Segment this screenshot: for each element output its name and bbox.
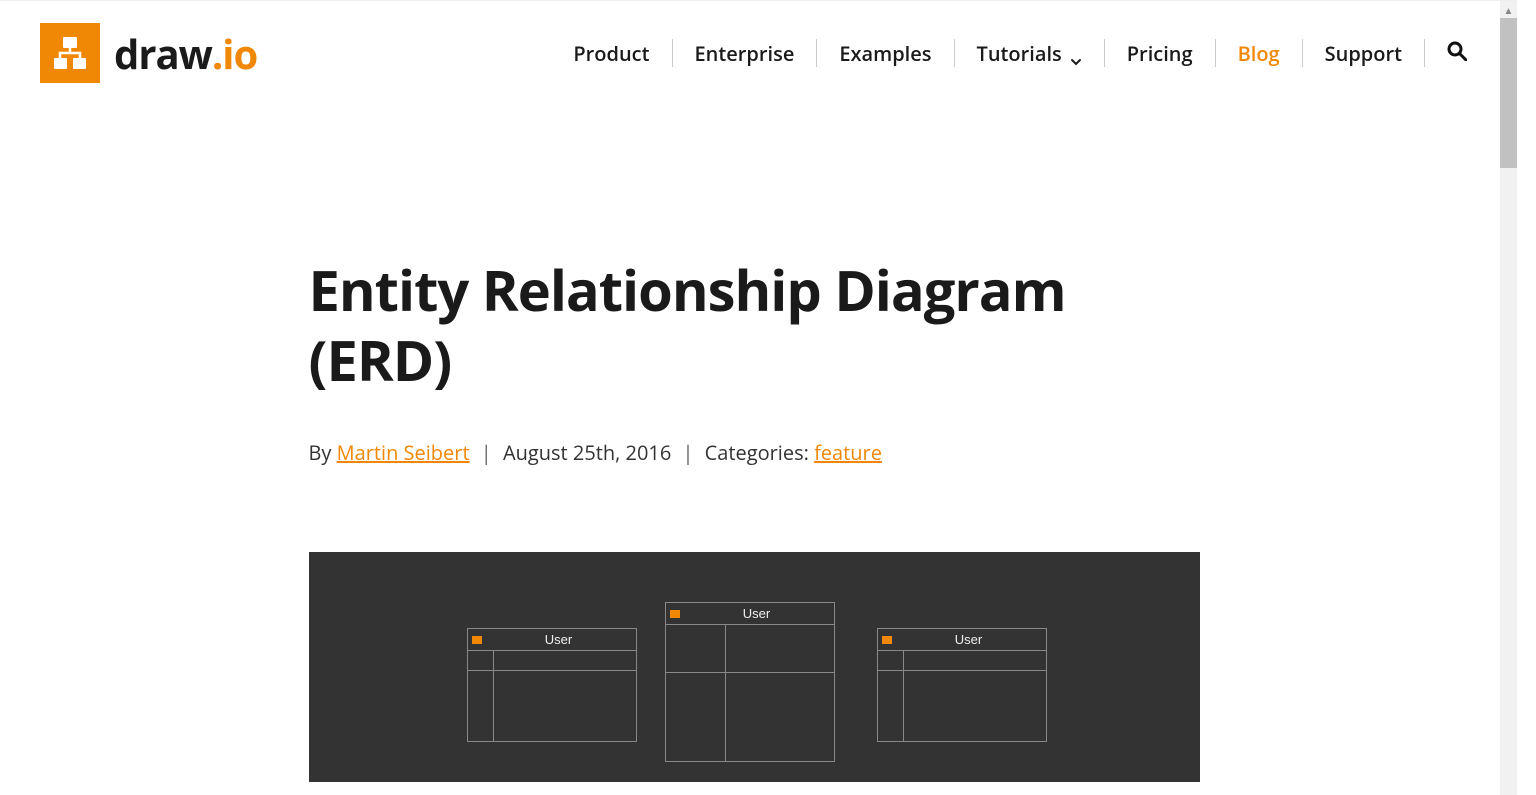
erd-cell — [666, 625, 726, 672]
search-icon — [1447, 41, 1467, 61]
hero-diagram: User User User — [309, 552, 1200, 782]
author-link[interactable]: Martin Seibert — [337, 439, 470, 466]
page-title: Entity Relationship Diagram (ERD) — [309, 255, 1209, 395]
meta-separator: | — [676, 439, 699, 466]
brand-name: draw — [114, 26, 212, 81]
category-link[interactable]: feature — [814, 439, 882, 466]
erd-table-title: User — [482, 632, 636, 647]
erd-table-header: User — [468, 629, 636, 651]
erd-tag-icon — [882, 636, 892, 644]
erd-cell — [494, 651, 636, 670]
erd-cell — [468, 651, 494, 670]
nav-item-examples[interactable]: Examples — [817, 36, 953, 71]
erd-table: User — [467, 628, 637, 742]
erd-row — [468, 651, 636, 671]
article-meta: By Martin Seibert | August 25th, 2016 | … — [309, 439, 1209, 466]
erd-cell — [878, 671, 904, 741]
nav-item-pricing[interactable]: Pricing — [1105, 36, 1215, 71]
erd-tag-icon — [670, 610, 680, 618]
erd-cell — [666, 673, 726, 761]
nav-item-label: Enterprise — [695, 40, 795, 67]
erd-cell — [468, 671, 494, 741]
erd-row — [468, 671, 636, 741]
site-header: draw.io Product Enterprise Examples Tutoria… — [0, 1, 1517, 105]
brand-suffix: .io — [212, 26, 257, 81]
nav-item-product[interactable]: Product — [551, 36, 671, 71]
search-button[interactable] — [1425, 37, 1477, 70]
nav-item-support[interactable]: Support — [1303, 36, 1424, 71]
meta-separator: | — [475, 439, 498, 466]
nav-item-label: Tutorials — [977, 40, 1062, 67]
nav-item-tutorials[interactable]: Tutorials — [955, 36, 1104, 71]
erd-tag-icon — [472, 636, 482, 644]
erd-cell — [726, 673, 834, 761]
byline-prefix: By — [309, 439, 337, 466]
vertical-scrollbar[interactable]: ▲ — [1500, 1, 1517, 795]
erd-row — [878, 651, 1046, 671]
nav-item-label: Pricing — [1127, 40, 1193, 67]
logo-text: draw.io — [114, 26, 257, 81]
nav-item-label: Examples — [839, 40, 931, 67]
erd-cell — [878, 651, 904, 670]
nav-item-blog[interactable]: Blog — [1216, 36, 1302, 71]
erd-row — [666, 673, 834, 761]
erd-table-header: User — [878, 629, 1046, 651]
erd-table: User — [665, 602, 835, 762]
erd-table-title: User — [892, 632, 1046, 647]
erd-cell — [726, 625, 834, 672]
site-logo[interactable]: draw.io — [40, 23, 257, 83]
erd-cell — [904, 671, 1046, 741]
scrollbar-thumb[interactable] — [1500, 18, 1517, 168]
categories-label: Categories: — [705, 439, 814, 466]
nav-item-label: Product — [573, 40, 649, 67]
erd-table-header: User — [666, 603, 834, 625]
erd-row — [666, 625, 834, 673]
logo-icon — [40, 23, 100, 83]
erd-table-title: User — [680, 606, 834, 621]
scroll-up-arrow[interactable]: ▲ — [1500, 1, 1517, 18]
erd-table: User — [877, 628, 1047, 742]
publish-date: August 25th, 2016 — [503, 439, 671, 466]
erd-cell — [904, 651, 1046, 670]
erd-row — [878, 671, 1046, 741]
article-body: Entity Relationship Diagram (ERD) By Mar… — [309, 105, 1209, 782]
nav-item-enterprise[interactable]: Enterprise — [673, 36, 817, 71]
chevron-down-icon — [1070, 47, 1082, 59]
nav-item-label: Support — [1325, 40, 1402, 67]
nav-item-label: Blog — [1238, 40, 1280, 67]
primary-nav: Product Enterprise Examples Tutorials Pricin… — [551, 36, 1477, 71]
erd-cell — [494, 671, 636, 741]
